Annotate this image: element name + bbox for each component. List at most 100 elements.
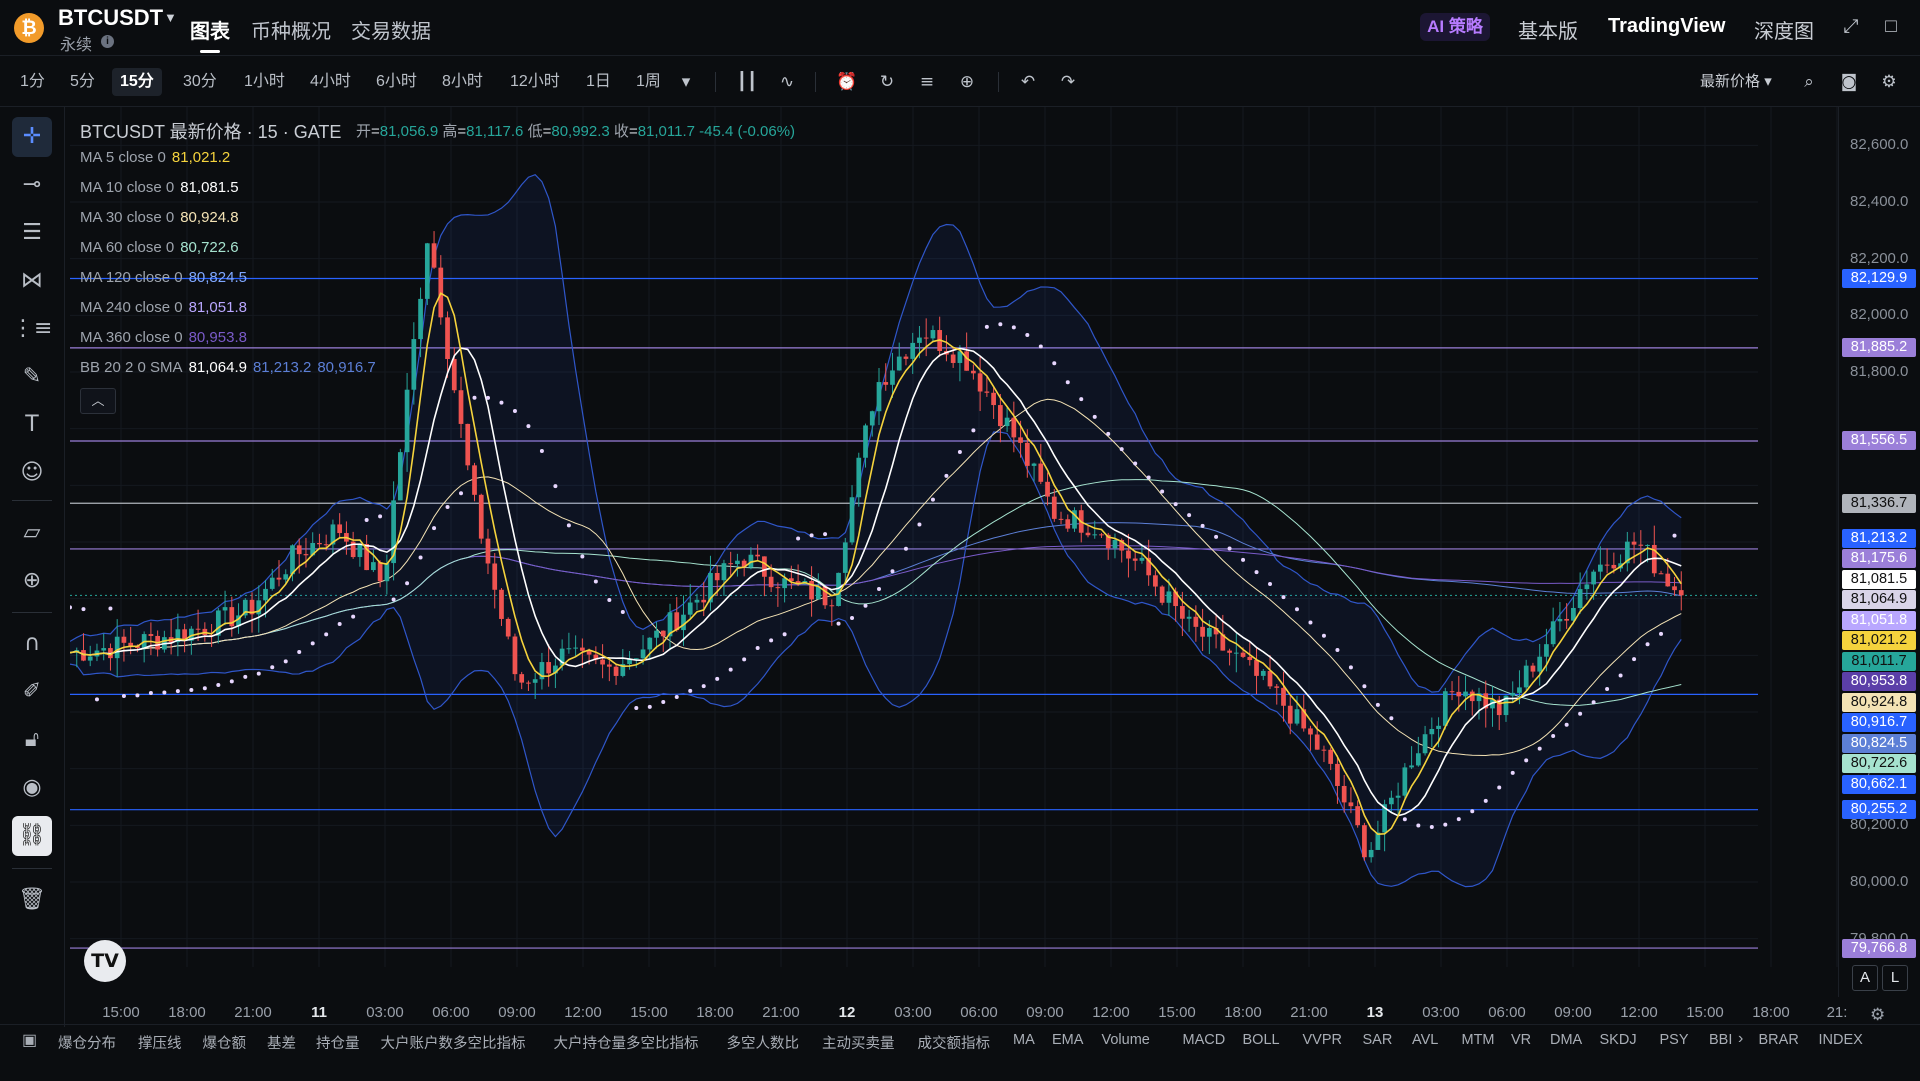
measure-lines-icon[interactable]: ⋮≡: [12, 309, 52, 349]
indicator-button[interactable]: BRAR: [1759, 1032, 1799, 1048]
fib-icon[interactable]: ☰: [12, 213, 52, 253]
emoji-icon[interactable]: ☺: [12, 453, 52, 493]
ai-strategy-button[interactable]: AI 策略: [1420, 13, 1490, 41]
indicator-button[interactable]: 成交额指标: [918, 1032, 991, 1053]
timeframe-1w[interactable]: 1周: [628, 68, 669, 96]
window-icon[interactable]: □: [1878, 14, 1904, 40]
indicator-button[interactable]: DMA: [1550, 1032, 1582, 1048]
magnet-icon[interactable]: ∩: [12, 624, 52, 664]
mode-basic[interactable]: 基本版: [1518, 15, 1578, 44]
indicator-legend-row[interactable]: MA 60 close 0 80,722.6: [80, 239, 239, 256]
indicator-button[interactable]: INDEX: [1819, 1032, 1863, 1048]
candle-body: [1186, 616, 1192, 619]
indicator-button[interactable]: VR: [1511, 1032, 1531, 1048]
indicator-button[interactable]: 爆仓额: [203, 1032, 247, 1053]
indicator-button[interactable]: 主动买卖量: [822, 1032, 895, 1053]
timeframe-1m[interactable]: 1分: [12, 68, 53, 96]
text-icon[interactable]: T: [12, 405, 52, 445]
indicator-button[interactable]: 基差: [267, 1032, 296, 1053]
legend-collapse-button[interactable]: ︿: [80, 388, 116, 414]
indicator-icon[interactable]: ∿: [773, 68, 801, 96]
indicator-legend-row[interactable]: MA 30 close 0 80,924.8: [80, 209, 239, 226]
mode-tradingview[interactable]: TradingView: [1608, 15, 1725, 38]
indicator-button[interactable]: MTM: [1462, 1032, 1495, 1048]
timeframe-12h[interactable]: 12小时: [502, 68, 568, 96]
pattern-icon[interactable]: ⋈: [12, 261, 52, 301]
indicator-button[interactable]: 多空人数比: [727, 1032, 800, 1053]
indicator-button[interactable]: 大户账户数多空比指标: [381, 1032, 526, 1053]
time-settings-icon[interactable]: ⚙: [1870, 1005, 1885, 1025]
indicator-button[interactable]: SAR: [1363, 1032, 1393, 1048]
eye-icon[interactable]: ◉: [12, 768, 52, 808]
tab-trading-data[interactable]: 交易数据: [351, 15, 431, 44]
timeframe-8h[interactable]: 8小时: [434, 68, 491, 96]
ruler-icon[interactable]: ▱: [12, 513, 52, 553]
timeframe-5m[interactable]: 5分: [62, 68, 103, 96]
indicator-button[interactable]: 爆仓分布: [58, 1032, 116, 1053]
redo-icon[interactable]: ↷: [1054, 68, 1082, 96]
indicator-button[interactable]: VVPR: [1303, 1032, 1343, 1048]
price-type-select[interactable]: 最新价格 ▾: [1700, 70, 1772, 91]
timeframe-15m[interactable]: 15分: [112, 68, 162, 96]
indicator-button[interactable]: 大户持仓量多空比指标: [554, 1032, 699, 1053]
candle-body: [896, 356, 902, 371]
indicator-button[interactable]: BOLL: [1243, 1032, 1280, 1048]
indicator-legend-row[interactable]: MA 240 close 0 81,051.8: [80, 299, 247, 316]
replay-icon[interactable]: ↻: [873, 68, 901, 96]
tab-coin-overview[interactable]: 币种概况: [251, 15, 331, 44]
sar-dot: [1079, 397, 1084, 402]
indicator-legend-row[interactable]: MA 360 close 0 80,953.8: [80, 329, 247, 346]
indicator-legend-row[interactable]: MA 120 close 0 80,824.5: [80, 269, 247, 286]
price-chart[interactable]: [70, 107, 1838, 997]
indicator-button[interactable]: BBI: [1709, 1032, 1732, 1048]
timeframe-30m[interactable]: 30分: [175, 68, 225, 96]
symbol-name[interactable]: BTCUSDT: [58, 5, 163, 31]
horizontal-line-icon[interactable]: ⊸: [12, 165, 52, 205]
search-icon[interactable]: ⌕: [1795, 68, 1823, 96]
indicator-button[interactable]: MACD: [1183, 1032, 1226, 1048]
info-icon[interactable]: i: [101, 35, 114, 48]
tab-chart[interactable]: 图表: [190, 15, 230, 44]
template-icon[interactable]: ≡: [913, 68, 941, 96]
timeframe-1d[interactable]: 1日: [578, 68, 619, 96]
crosshair-icon[interactable]: ✛: [12, 117, 52, 157]
candle-type-icon[interactable]: ┃┃: [733, 68, 761, 96]
sar-dot: [1443, 822, 1448, 827]
timeframe-4h[interactable]: 4小时: [302, 68, 359, 96]
calendar-icon[interactable]: ▣: [22, 1030, 37, 1050]
indicator-button[interactable]: PSY: [1660, 1032, 1689, 1048]
indicator-legend-row[interactable]: BB 20 2 0 SMA 81,064.9 81,213.2 80,916.7: [80, 359, 376, 376]
indicator-button[interactable]: 持仓量: [316, 1032, 360, 1053]
indicator-button[interactable]: Volume: [1102, 1032, 1150, 1048]
log-scale-button[interactable]: L: [1882, 965, 1908, 991]
price-tick: 82,000.0: [1850, 306, 1909, 324]
expand-icon[interactable]: ⤢: [1838, 14, 1864, 40]
camera-icon[interactable]: ◙: [1835, 68, 1863, 96]
add-icon[interactable]: ⊕: [953, 68, 981, 96]
candle-body: [87, 656, 93, 661]
timeframe-6h[interactable]: 6小时: [368, 68, 425, 96]
undo-icon[interactable]: ↶: [1014, 68, 1042, 96]
settings-icon[interactable]: ⚙: [1875, 68, 1903, 96]
indicator-button[interactable]: AVL: [1412, 1032, 1438, 1048]
symbol-dropdown-icon[interactable]: ▼: [164, 10, 177, 25]
mode-depth[interactable]: 深度图: [1754, 15, 1814, 44]
alert-icon[interactable]: ⏰: [833, 68, 861, 96]
lock-icon[interactable]: 🔓︎: [12, 720, 52, 760]
link-icon[interactable]: ⛓︎: [12, 816, 52, 856]
indicator-legend-row[interactable]: MA 10 close 0 81,081.5: [80, 179, 239, 196]
indicator-button[interactable]: EMA: [1052, 1032, 1083, 1048]
lock-drawing-icon[interactable]: ✐: [12, 672, 52, 712]
zoom-in-icon[interactable]: ⊕: [12, 561, 52, 601]
timeframe-1h[interactable]: 1小时: [236, 68, 293, 96]
trash-icon[interactable]: 🗑︎: [12, 880, 52, 920]
timeframe-dropdown-icon[interactable]: ▾: [672, 68, 700, 96]
auto-scale-button[interactable]: A: [1852, 965, 1878, 991]
brush-icon[interactable]: ✎: [12, 357, 52, 397]
chevron-right-icon[interactable]: ›: [1738, 1030, 1743, 1048]
indicator-legend-row[interactable]: MA 5 close 0 81,021.2: [80, 149, 230, 166]
indicator-button[interactable]: MA: [1013, 1032, 1035, 1048]
indicator-button[interactable]: SKDJ: [1600, 1032, 1637, 1048]
tradingview-logo[interactable]: TV: [84, 940, 126, 982]
indicator-button[interactable]: 撑压线: [138, 1032, 182, 1053]
